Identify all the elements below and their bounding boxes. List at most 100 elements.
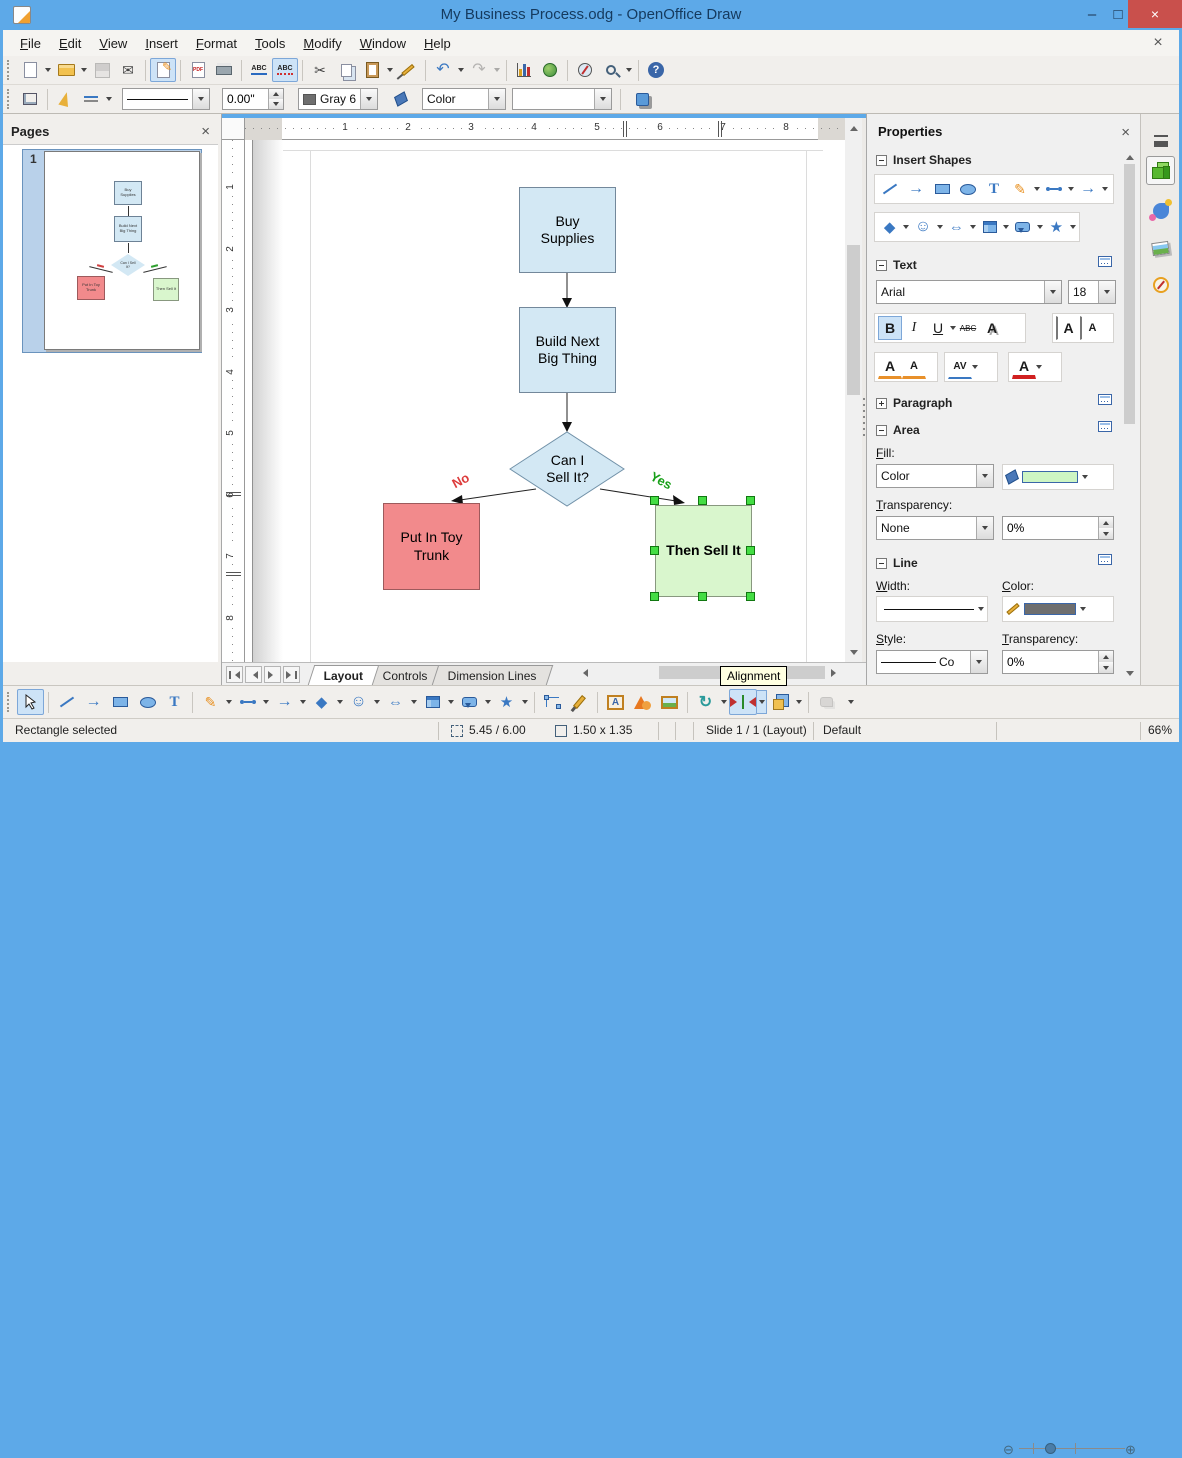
expand-icon[interactable] [876,397,887,409]
fill-type-select-panel[interactable]: Color [876,464,994,488]
sidebar-tab-properties[interactable] [1146,156,1175,185]
font-color-dropdown[interactable] [1036,365,1042,372]
area-dialog-button[interactable] [388,87,414,111]
transparency-type-select[interactable]: None [876,516,994,540]
autospellcheck-button[interactable]: ABC [272,58,298,82]
sidebar-menu-icon[interactable] [1146,124,1175,153]
flowchart-node-put-in-toy-trunk[interactable]: Put In Toy Trunk [383,503,480,590]
callout-shapes-dropdown[interactable] [483,690,493,714]
collapse-icon[interactable] [876,424,887,436]
open-button[interactable] [53,58,79,82]
selection-handle[interactable] [650,496,659,505]
text-shadow-button[interactable]: A [980,316,1004,340]
collapse-icon[interactable] [876,557,887,569]
email-button[interactable]: ✉ [115,58,141,82]
callout-shapes-icon[interactable] [1011,216,1034,238]
page-style[interactable]: Default [823,723,861,737]
tab-dimension-lines[interactable]: Dimension Lines [431,665,553,685]
selection-handle[interactable] [698,496,707,505]
insert-ellipse-icon[interactable] [956,178,980,200]
increase-spacing-icon[interactable]: A [1056,316,1080,340]
last-page-button[interactable] [283,666,300,683]
paragraph-dialog-launcher-icon[interactable] [1098,394,1112,405]
line-dialog-button[interactable] [52,87,78,111]
previous-page-button[interactable] [245,666,262,683]
scroll-up-icon[interactable] [845,120,862,134]
basic-shapes-dropdown[interactable] [903,225,910,232]
symbol-shapes-icon[interactable]: ☺ [911,216,934,238]
connector-tool-button[interactable] [234,689,261,715]
help-button[interactable]: ? [643,58,669,82]
sidebar-tab-navigator[interactable] [1146,270,1175,299]
curves-dropdown[interactable] [1034,187,1040,194]
new-document-dropdown[interactable] [43,58,53,82]
scroll-up-icon[interactable] [1122,150,1137,162]
underline-button[interactable]: U [926,316,950,340]
tab-layout[interactable]: Layout [307,665,380,685]
rotate-dropdown[interactable] [719,690,729,714]
symbol-shapes-button[interactable]: ☺ [345,689,372,715]
menu-format[interactable]: Format [187,32,246,55]
section-paragraph[interactable]: Paragraph [876,396,952,410]
maximize-button[interactable]: □ [1106,0,1130,28]
fill-color-dropdown[interactable] [1082,475,1088,482]
arrowheads-dropdown[interactable] [104,87,114,111]
font-color-icon[interactable]: A [1012,355,1036,379]
line-style-select-panel[interactable]: Co [876,650,988,674]
fill-color-picker[interactable] [1002,464,1114,490]
rotate-button[interactable]: ↻ [692,689,719,715]
lines-arrows-button[interactable]: → [271,689,298,715]
properties-scrollbar[interactable] [1122,150,1137,680]
lines-arrows-dropdown[interactable] [298,690,308,714]
canvas-vertical-scrollbar[interactable] [845,118,862,662]
new-document-button[interactable] [17,58,43,82]
selection-handle[interactable] [650,546,659,555]
line-width-input[interactable]: 0.00" [222,88,284,110]
character-spacing-icon[interactable]: AV [948,355,972,379]
zoom-out-icon[interactable]: ⊖ [1003,1442,1014,1458]
area-dialog-launcher-icon[interactable] [1098,421,1112,432]
alignment-dropdown[interactable] [757,690,767,714]
menu-window[interactable]: Window [351,32,415,55]
basic-shapes-dropdown[interactable] [335,690,345,714]
flowchart-node-then-sell-it[interactable]: Then Sell It [655,505,752,597]
horizontal-ruler[interactable]: 1 2 3 4 5 6 7 8 [245,118,845,140]
paste-button[interactable] [359,58,385,82]
insert-text-icon[interactable]: T [982,178,1006,200]
decrease-font-icon[interactable]: A [902,355,926,379]
star-shapes-dropdown[interactable] [1069,225,1076,232]
menu-edit[interactable]: Edit [50,32,90,55]
line-style-select[interactable] [122,88,210,110]
chart-button[interactable] [511,58,537,82]
toolbar-grip[interactable] [7,692,12,712]
zoom-slider-track[interactable] [1019,1448,1125,1449]
lines-arrows-icon[interactable]: → [1076,178,1100,200]
connectors-icon[interactable] [1042,178,1066,200]
arrowheads-button[interactable] [78,87,104,111]
section-line[interactable]: Line [876,556,918,570]
vertical-ruler[interactable]: 1 2 3 4 5 6 7 8 [222,140,245,662]
line-color-select[interactable]: Gray 6 [298,88,378,110]
flowchart-decision-can-i-sell-it[interactable]: Can I Sell It? [510,432,625,506]
menu-view[interactable]: View [90,32,136,55]
text-tool-button[interactable]: T [161,689,188,715]
toolbar-grip[interactable] [7,89,12,109]
scroll-down-icon[interactable] [1122,668,1137,680]
section-text[interactable]: Text [876,258,917,272]
line-dialog-launcher-icon[interactable] [1098,554,1112,565]
rectangle-tool-button[interactable] [107,689,134,715]
line-tool-button[interactable] [53,689,80,715]
selection-handle[interactable] [746,592,755,601]
insert-picture-button[interactable] [656,689,683,715]
flowchart-shapes-dropdown[interactable] [446,690,456,714]
selection-handle[interactable] [698,592,707,601]
collapse-icon[interactable] [876,154,887,166]
line-width-select[interactable] [876,596,988,622]
star-shapes-button[interactable]: ★ [493,689,520,715]
scroll-down-icon[interactable] [845,646,862,660]
strikethrough-button[interactable]: ABC [956,316,980,340]
increase-font-icon[interactable]: A [878,355,902,379]
callout-shapes-dropdown[interactable] [1036,225,1043,232]
copy-button[interactable] [333,58,359,82]
sidebar-tab-styles[interactable] [1146,196,1175,225]
